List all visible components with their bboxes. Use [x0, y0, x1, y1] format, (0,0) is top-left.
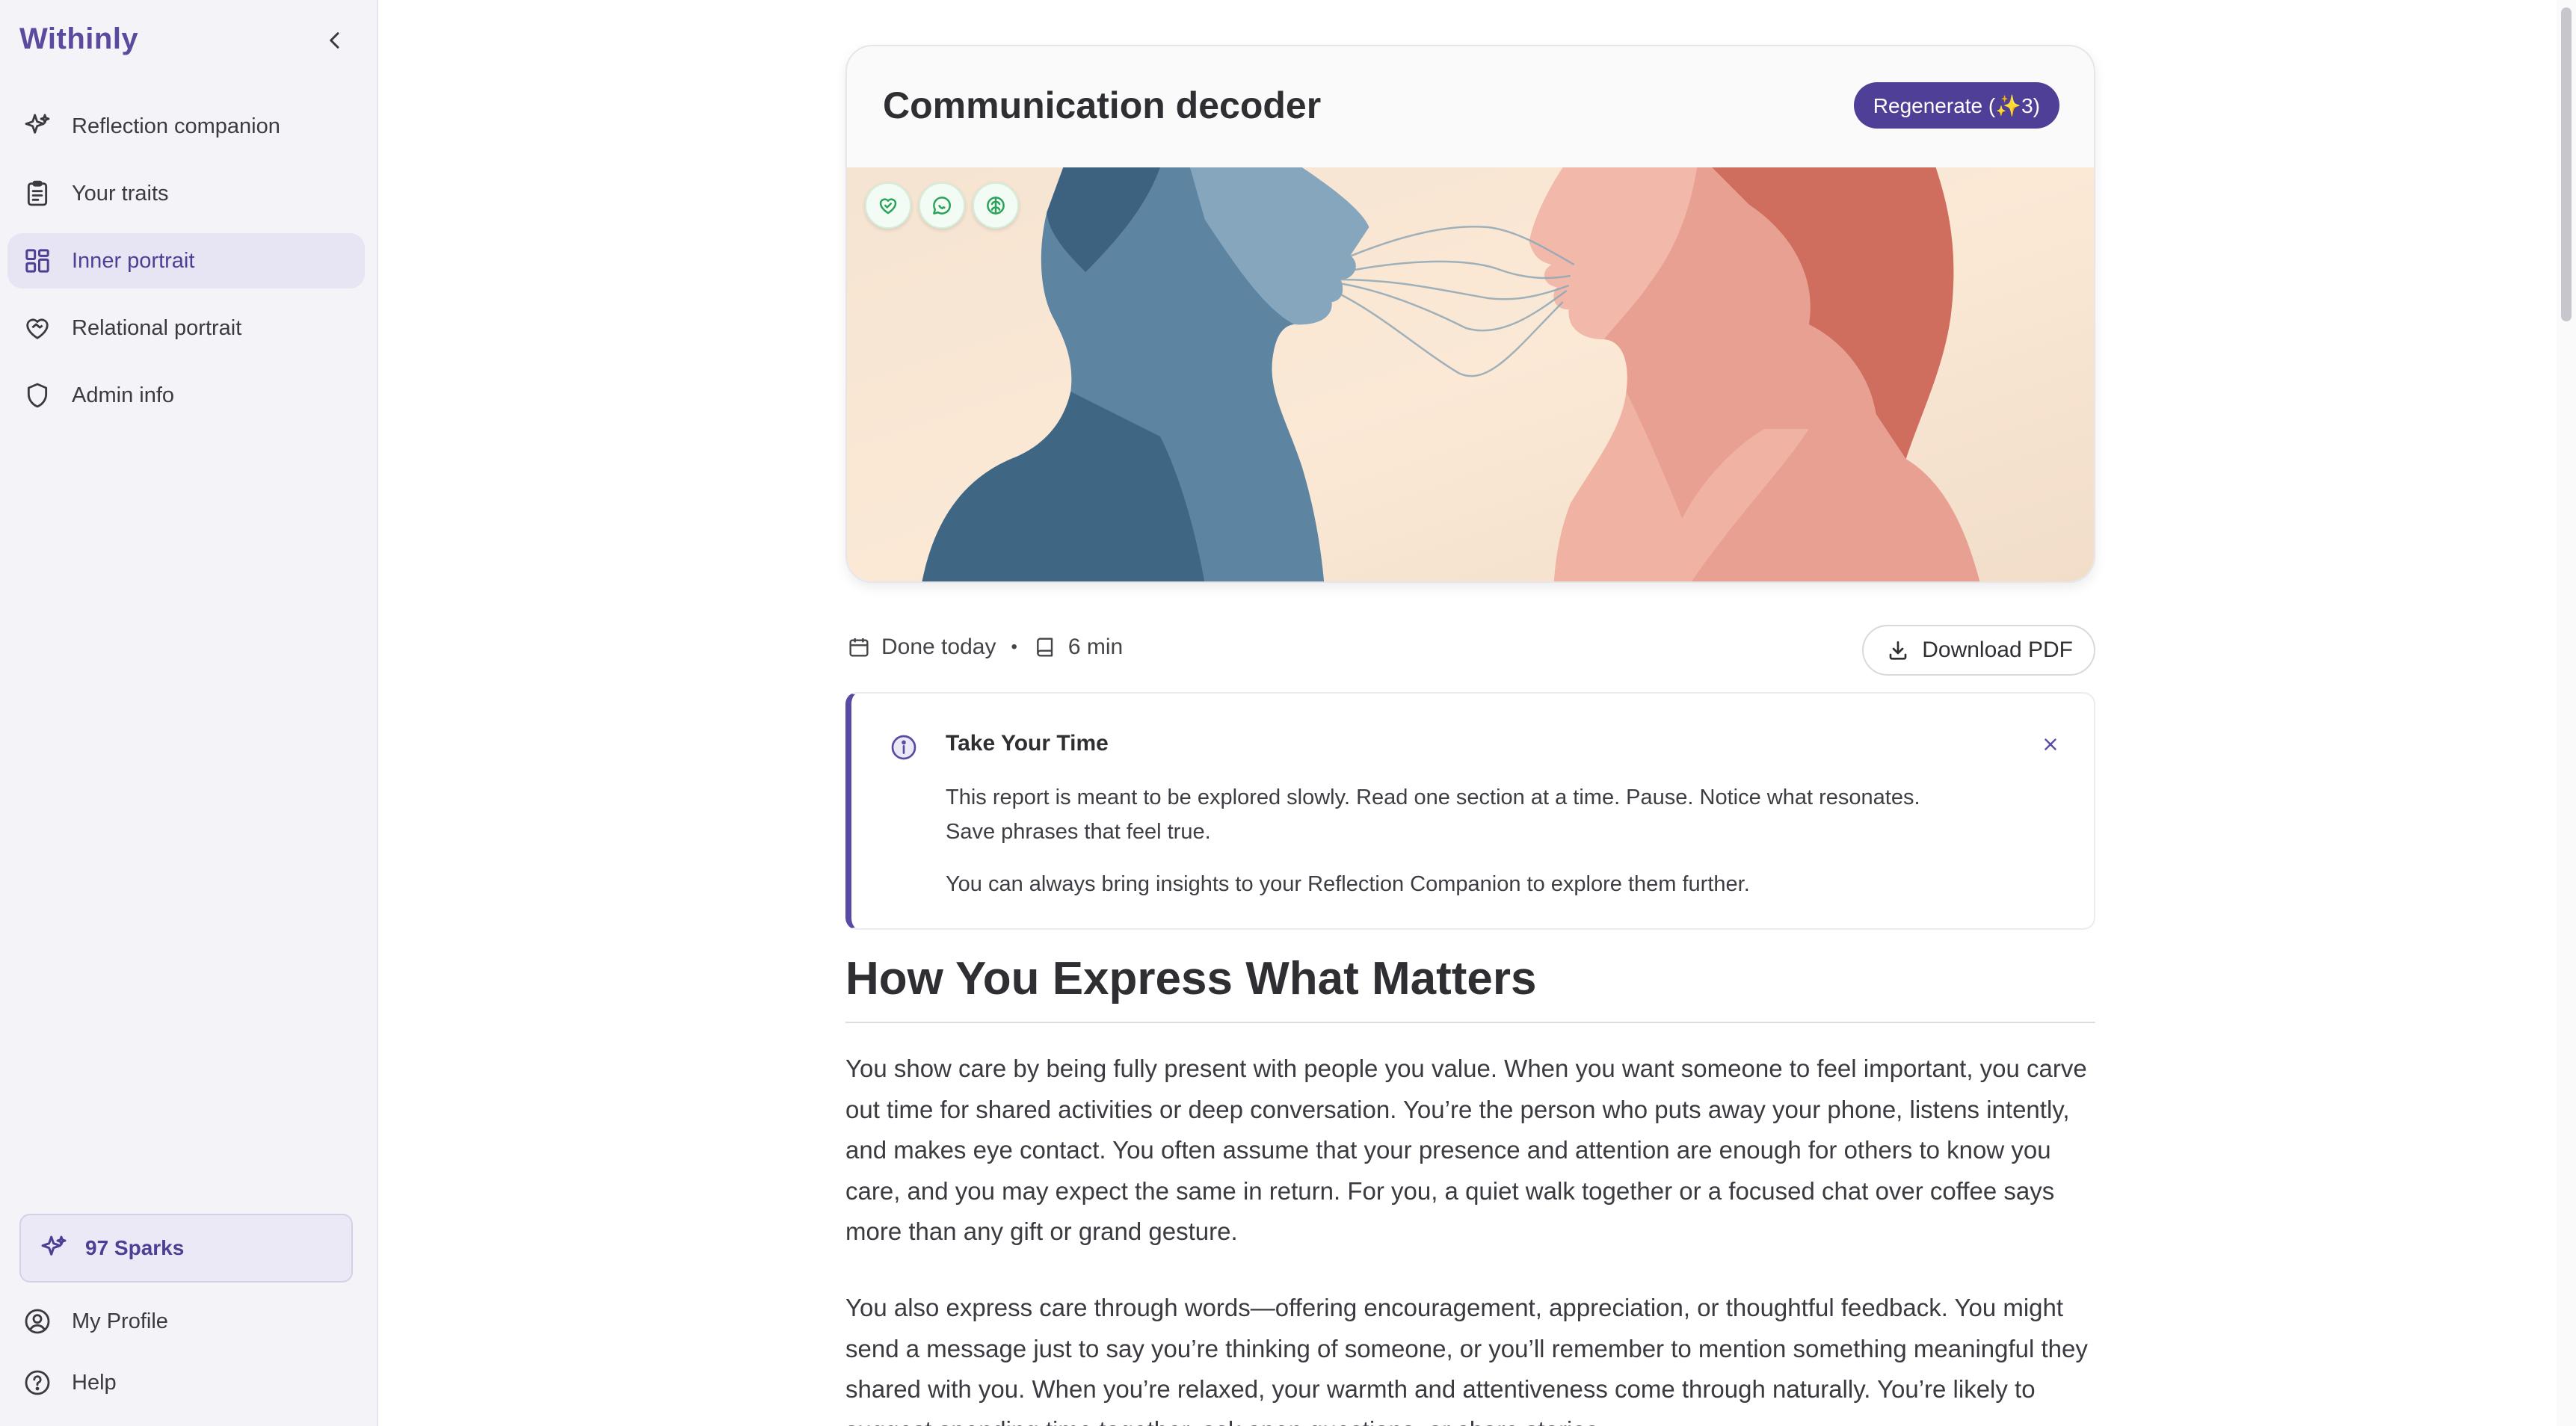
sidebar-item-label: Help — [72, 1370, 117, 1395]
sidebar-item-relational-portrait[interactable]: Relational portrait — [7, 300, 365, 356]
report-card-header: Communication decoder Regenerate (✨3) — [847, 46, 2094, 167]
calendar-icon — [845, 634, 872, 661]
take-your-time-notice: Take Your Time This report is meant to b… — [845, 692, 2095, 930]
book-icon — [1032, 634, 1059, 661]
chat-bubble-chip[interactable] — [919, 182, 965, 229]
sidebar-item-label: Admin info — [72, 383, 175, 407]
report-meta: Done today • 6 min Download PDF — [845, 625, 2095, 677]
regenerate-button[interactable]: Regenerate (✨3) — [1853, 82, 2059, 129]
notice-line-2: Save phrases that feel true. — [946, 820, 1211, 844]
shield-icon — [21, 379, 54, 412]
report-illustration — [847, 167, 2094, 581]
download-icon — [1885, 637, 1911, 664]
close-notice-button[interactable] — [2037, 731, 2064, 758]
heart-check-chip[interactable] — [865, 182, 911, 229]
sidebar-item-reflection-companion[interactable]: Reflection companion — [7, 99, 365, 154]
sidebar-nav: Reflection companion Your traits Inner p… — [7, 99, 365, 435]
heart-handshake-icon — [21, 312, 54, 345]
brain-icon — [987, 197, 1005, 214]
sidebar-item-admin-info[interactable]: Admin info — [7, 368, 365, 423]
completion-status: Done today — [881, 635, 996, 659]
page-scrollbar[interactable] — [2557, 0, 2576, 1426]
sidebar-item-label: Reflection companion — [72, 114, 280, 138]
notice-title: Take Your Time — [946, 731, 1109, 756]
sidebar: Withinly Reflection companion Your trait… — [0, 0, 378, 1426]
sidebar-item-label: My Profile — [72, 1309, 168, 1333]
sidebar-item-label: Relational portrait — [72, 315, 242, 340]
heart-check-icon — [879, 198, 897, 214]
scrollbar-thumb[interactable] — [2561, 7, 2572, 321]
grid-icon — [21, 244, 54, 277]
download-pdf-label: Download PDF — [1922, 638, 2073, 662]
meta-info: Done today • 6 min — [845, 634, 1123, 661]
sidebar-item-your-traits[interactable]: Your traits — [7, 166, 365, 221]
section-paragraph-1: You show care by being fully present wit… — [845, 1055, 2087, 1245]
info-icon — [887, 731, 920, 764]
meta-separator: • — [1011, 637, 1017, 657]
chevron-left-icon — [330, 32, 339, 49]
sidebar-item-inner-portrait[interactable]: Inner portrait — [7, 233, 365, 288]
sidebar-item-label: Your traits — [72, 181, 169, 206]
sparkles-icon — [37, 1232, 70, 1265]
help-circle-icon — [21, 1366, 54, 1399]
collapse-sidebar-button[interactable] — [320, 25, 350, 55]
report-card: Communication decoder Regenerate (✨3) — [845, 45, 2095, 583]
user-circle-icon — [21, 1305, 54, 1338]
report-title: Communication decoder — [883, 84, 1322, 126]
sidebar-item-label: Inner portrait — [72, 248, 195, 273]
reading-time: 6 min — [1067, 635, 1124, 659]
download-pdf-button[interactable]: Download PDF — [1862, 625, 2095, 676]
brain-chip[interactable] — [973, 182, 1019, 229]
app-root: Withinly Reflection companion Your trait… — [0, 0, 2576, 1426]
sparks-balance-button[interactable]: 97 Sparks — [19, 1214, 353, 1283]
sidebar-item-help[interactable]: Help — [7, 1356, 365, 1409]
sidebar-item-my-profile[interactable]: My Profile — [7, 1295, 365, 1348]
close-icon — [2045, 738, 2056, 750]
notice-line-3: You can always bring insights to your Re… — [946, 872, 1750, 896]
notice-line-1: This report is meant to be explored slow… — [946, 785, 1920, 809]
chat-bubble-icon — [933, 197, 951, 214]
section-heading: How You Express What Matters — [845, 952, 2095, 1023]
tag-chips — [865, 182, 1019, 229]
sparks-label: 97 Sparks — [85, 1236, 185, 1259]
section-paragraph-2: You also express care through words—offe… — [845, 1294, 2088, 1426]
brand-logo[interactable]: Withinly — [19, 22, 138, 56]
clipboard-icon — [21, 177, 54, 210]
sparkles-icon — [21, 110, 54, 143]
